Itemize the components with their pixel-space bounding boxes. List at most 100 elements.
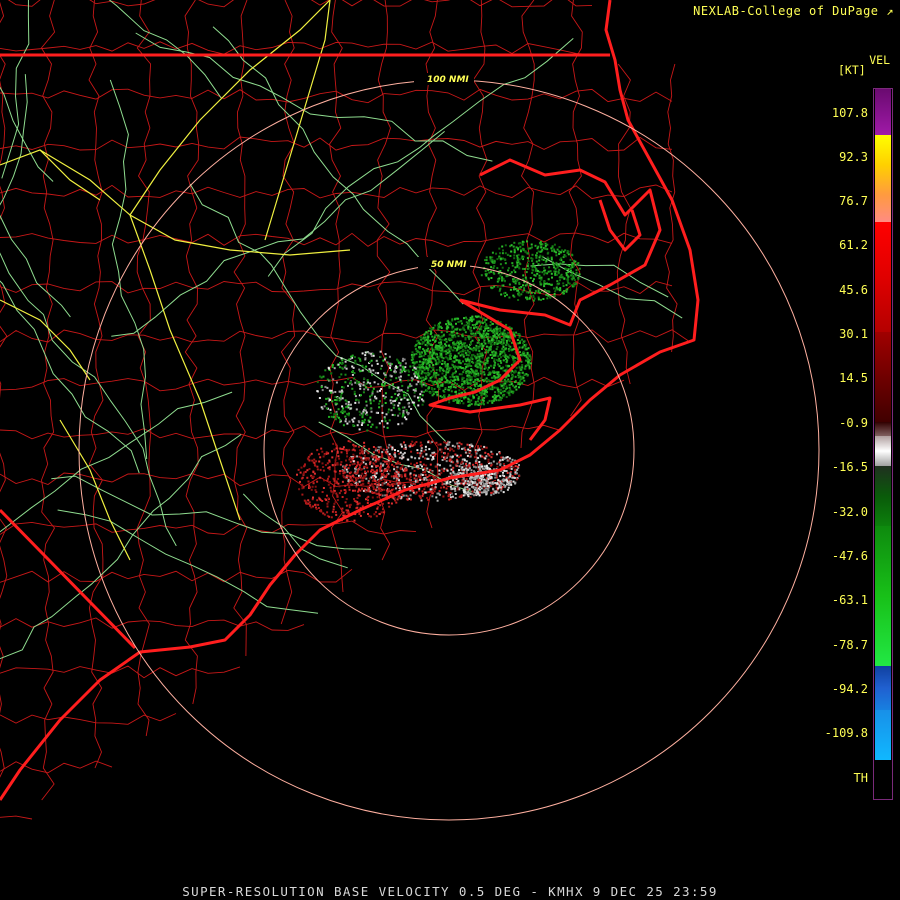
- echo-pixel: [312, 475, 315, 478]
- echo-pixel: [351, 373, 354, 376]
- echo-pixel: [555, 288, 558, 291]
- highway-line: [109, 79, 148, 460]
- echo-pixel: [526, 351, 529, 354]
- echo-pixel: [448, 459, 451, 462]
- echo-pixel: [305, 502, 308, 505]
- echo-pixel: [354, 489, 357, 492]
- echo-pixel: [539, 280, 542, 283]
- legend-label: -0.9: [839, 416, 868, 430]
- echo-pixel: [480, 487, 483, 490]
- echo-pixel: [571, 278, 574, 281]
- echo-pixel: [369, 382, 372, 385]
- echo-pixel: [517, 371, 520, 374]
- echo-pixel: [345, 459, 347, 462]
- echo-pixel: [510, 377, 513, 380]
- echo-pixel: [425, 367, 428, 370]
- echo-pixel: [409, 365, 412, 368]
- echo-pixel: [384, 392, 387, 395]
- echo-pixel: [341, 359, 344, 362]
- echo-pixel: [314, 489, 317, 492]
- echo-pixel: [438, 464, 441, 467]
- echo-pixel: [492, 366, 495, 369]
- echo-pixel: [469, 399, 472, 402]
- echo-pixel: [427, 374, 430, 377]
- echo-pixel: [463, 487, 466, 490]
- color-bar-segment: [875, 422, 891, 436]
- echo-pixel: [408, 370, 411, 373]
- echo-pixel: [326, 505, 329, 508]
- echo-pixel: [415, 361, 418, 364]
- echo-pixel: [346, 519, 349, 522]
- echo-pixel: [465, 321, 468, 324]
- echo-pixel: [453, 360, 456, 363]
- echo-pixel: [457, 366, 460, 369]
- echo-pixel: [405, 477, 408, 480]
- echo-pixel: [355, 479, 358, 482]
- echo-pixel: [487, 458, 490, 461]
- echo-pixel: [349, 479, 352, 482]
- echo-pixel: [497, 399, 500, 402]
- echo-pixel: [431, 492, 434, 495]
- echo-pixel: [368, 515, 371, 518]
- echo-pixel: [474, 334, 477, 337]
- echo-pixel: [466, 374, 469, 377]
- echo-pixel: [360, 483, 363, 486]
- echo-pixel: [514, 282, 517, 285]
- echo-pixel: [313, 458, 316, 461]
- color-bar-segment: [875, 666, 891, 710]
- echo-pixel: [525, 271, 528, 274]
- echo-pixel: [341, 496, 344, 498]
- echo-pixel: [475, 344, 478, 347]
- echo-pixel: [352, 453, 355, 456]
- echo-pixel: [356, 472, 359, 475]
- echo-pixel: [518, 373, 521, 376]
- legend-label: 61.2: [839, 238, 868, 252]
- echo-pixel: [365, 450, 368, 453]
- echo-pixel: [356, 461, 359, 464]
- echo-pixel: [452, 466, 455, 469]
- echo-pixel: [413, 353, 416, 356]
- echo-pixel: [552, 261, 554, 264]
- echo-pixel: [376, 486, 379, 489]
- radar-map: 50 NMI 100 NMI: [0, 0, 820, 821]
- echo-pixel: [325, 451, 328, 454]
- echo-pixel: [512, 480, 515, 483]
- echo-pixel: [428, 364, 431, 367]
- echo-pixel: [372, 488, 375, 491]
- echo-pixel: [436, 492, 439, 495]
- echo-pixel: [546, 272, 549, 275]
- echo-pixel: [484, 351, 487, 354]
- echo-pixel: [344, 420, 347, 423]
- echo-pixel: [485, 366, 488, 369]
- echo-pixel: [512, 245, 515, 248]
- echo-pixel: [531, 268, 534, 271]
- echo-pixel: [457, 335, 460, 338]
- echo-pixel: [524, 354, 527, 357]
- credit-label: NEXLAB-College of DuPage: [693, 4, 879, 18]
- echo-pixel: [554, 273, 557, 276]
- echo-pixel: [490, 456, 493, 459]
- echo-pixel: [407, 402, 410, 405]
- echo-pixel: [541, 248, 544, 251]
- echo-pixel: [420, 447, 423, 450]
- echo-pixel: [423, 368, 426, 371]
- echo-pixel: [329, 481, 331, 484]
- echo-pixel: [510, 390, 513, 393]
- echo-pixel: [477, 466, 480, 469]
- echo-pixel: [344, 484, 347, 487]
- echo-pixel: [381, 484, 384, 487]
- echo-pixel: [398, 402, 401, 405]
- echo-pixel: [509, 255, 512, 257]
- echo-pixel: [477, 400, 479, 403]
- echo-pixel: [544, 282, 547, 285]
- echo-pixel: [434, 359, 437, 362]
- echo-pixel: [486, 476, 489, 479]
- echo-pixel: [490, 450, 493, 453]
- highway-line: [530, 263, 669, 298]
- echo-pixel: [488, 476, 491, 478]
- echo-pixel: [502, 359, 505, 362]
- echo-pixel: [417, 339, 420, 342]
- echo-pixel: [376, 496, 379, 499]
- echo-pixel: [477, 397, 480, 400]
- echo-pixel: [382, 463, 385, 466]
